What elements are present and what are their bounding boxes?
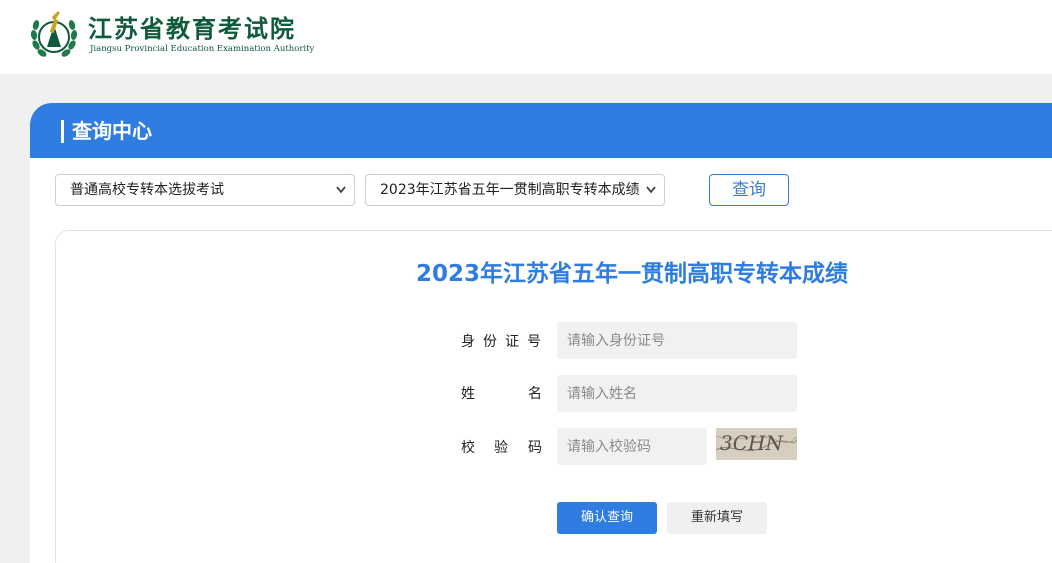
site-logo-title[interactable]: 江苏省教育考试院	[88, 15, 296, 43]
name-label-char-2: 名	[528, 386, 542, 402]
name-input[interactable]	[557, 375, 797, 412]
exam-type-value: 普通高校专转本选拔考试	[70, 182, 224, 198]
confirm-query-button[interactable]: 确认查询	[557, 502, 657, 534]
form-heading: 2023年江苏省五年一贯制高职专转本成绩	[416, 261, 849, 287]
captcha-label-char-3: 码	[528, 440, 542, 456]
page: 江苏省教育考试院 Jiangsu Provincial Education Ex…	[0, 0, 1052, 563]
site-header: 江苏省教育考试院 Jiangsu Provincial Education Ex…	[0, 0, 1052, 74]
id-number-label: 身份证号	[461, 334, 549, 350]
captcha-text: 3CHN	[720, 431, 784, 455]
site-logo-subtitle[interactable]: Jiangsu Provincial Education Examination…	[90, 44, 314, 54]
exam-item-select[interactable]: 2023年江苏省五年一贯制高职专转本成绩	[365, 174, 665, 206]
query-button[interactable]: 查询	[709, 174, 789, 206]
chevron-down-icon	[336, 186, 346, 194]
captcha-input[interactable]	[557, 428, 707, 465]
reset-form-button[interactable]: 重新填写	[667, 502, 767, 534]
exam-item-value: 2023年江苏省五年一贯制高职专转本成绩	[380, 182, 640, 198]
chevron-down-icon	[646, 186, 656, 194]
captcha-label-char-1: 校	[461, 440, 475, 456]
title-accent-bar	[61, 120, 64, 143]
name-label-char-1: 姓	[461, 386, 475, 402]
id-number-input[interactable]	[557, 322, 797, 359]
exam-type-select[interactable]: 普通高校专转本选拔考试	[55, 174, 355, 206]
captcha-noise-icon: 3CHN	[716, 428, 797, 460]
captcha-label-char-2: 验	[494, 440, 508, 456]
captcha-image[interactable]: 3CHN	[716, 428, 797, 460]
section-title-bar: 查询中心	[30, 103, 1052, 158]
jseea-emblem-icon[interactable]	[30, 7, 78, 63]
section-title: 查询中心	[72, 119, 152, 143]
